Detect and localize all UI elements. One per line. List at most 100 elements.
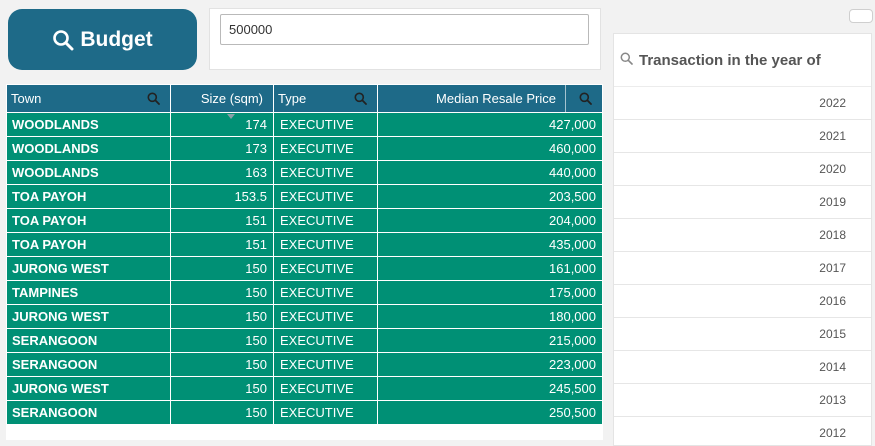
year-item[interactable]: 2015 bbox=[614, 318, 871, 351]
table-row[interactable]: WOODLANDS 174 EXECUTIVE 427,000 bbox=[6, 112, 603, 137]
search-icon[interactable] bbox=[354, 92, 367, 108]
cell-town: JURONG WEST bbox=[6, 256, 171, 281]
column-header-price[interactable]: Median Resale Price bbox=[377, 84, 603, 113]
column-header-type-label: Type bbox=[278, 91, 307, 106]
panel-toggle[interactable] bbox=[849, 9, 873, 23]
cell-price: 435,000 bbox=[377, 232, 603, 257]
cell-type: EXECUTIVE bbox=[273, 112, 378, 137]
table-row[interactable]: TOA PAYOH 151 EXECUTIVE 435,000 bbox=[6, 232, 603, 257]
cell-price: 460,000 bbox=[377, 136, 603, 161]
cell-size: 174 bbox=[170, 112, 274, 137]
column-header-town[interactable]: Town bbox=[6, 84, 171, 113]
table-row[interactable]: TAMPINES 150 EXECUTIVE 175,000 bbox=[6, 280, 603, 305]
year-item[interactable]: 2022 bbox=[614, 87, 871, 120]
year-list: 2022 2021 2020 2019 2018 2017 2016 2015 2014 2013… bbox=[614, 87, 871, 445]
year-item[interactable]: 2016 bbox=[614, 285, 871, 318]
year-item[interactable]: 2019 bbox=[614, 186, 871, 219]
year-item[interactable]: 2014 bbox=[614, 351, 871, 384]
header-divider bbox=[565, 85, 566, 112]
search-icon[interactable] bbox=[147, 92, 160, 108]
results-table-card: Town Size (sqm) Type Median Resale Price… bbox=[6, 84, 603, 440]
cell-type: EXECUTIVE bbox=[273, 160, 378, 185]
cell-town: JURONG WEST bbox=[6, 376, 171, 401]
cell-town: TOA PAYOH bbox=[6, 208, 171, 233]
cell-type: EXECUTIVE bbox=[273, 280, 378, 305]
cell-type: EXECUTIVE bbox=[273, 304, 378, 329]
search-icon bbox=[52, 29, 74, 51]
column-header-size-label: Size (sqm) bbox=[200, 91, 263, 106]
sort-indicator-icon bbox=[227, 114, 235, 119]
cell-price: 223,000 bbox=[377, 352, 603, 377]
year-item[interactable]: 2012 bbox=[614, 417, 871, 445]
table-header-row: Town Size (sqm) Type Median Resale Price bbox=[6, 84, 603, 119]
budget-input[interactable] bbox=[220, 14, 589, 45]
year-item[interactable]: 2018 bbox=[614, 219, 871, 252]
cell-size: 150 bbox=[170, 304, 274, 329]
year-item[interactable]: 2017 bbox=[614, 252, 871, 285]
cell-town: SERANGOON bbox=[6, 352, 171, 377]
cell-town: WOODLANDS bbox=[6, 136, 171, 161]
search-icon[interactable] bbox=[579, 92, 592, 108]
cell-size: 173 bbox=[170, 136, 274, 161]
cell-type: EXECUTIVE bbox=[273, 256, 378, 281]
table-row[interactable]: TOA PAYOH 153.5 EXECUTIVE 203,500 bbox=[6, 184, 603, 209]
cell-price: 204,000 bbox=[377, 208, 603, 233]
cell-price: 161,000 bbox=[377, 256, 603, 281]
cell-town: WOODLANDS bbox=[6, 112, 171, 137]
column-header-size[interactable]: Size (sqm) bbox=[170, 84, 274, 119]
table-row[interactable]: WOODLANDS 163 EXECUTIVE 440,000 bbox=[6, 160, 603, 185]
cell-type: EXECUTIVE bbox=[273, 328, 378, 353]
cell-price: 427,000 bbox=[377, 112, 603, 137]
cell-size: 151 bbox=[170, 208, 274, 233]
cell-size: 151 bbox=[170, 232, 274, 257]
year-item[interactable]: 2021 bbox=[614, 120, 871, 153]
cell-price: 250,500 bbox=[377, 400, 603, 425]
column-header-type[interactable]: Type bbox=[273, 84, 378, 113]
year-filter-panel: Transaction in the year of 2022 2021 2020 2… bbox=[613, 33, 872, 446]
cell-size: 150 bbox=[170, 352, 274, 377]
budget-button-label: Budget bbox=[80, 27, 153, 51]
cell-price: 180,000 bbox=[377, 304, 603, 329]
table-row[interactable]: SERANGOON 150 EXECUTIVE 223,000 bbox=[6, 352, 603, 377]
cell-type: EXECUTIVE bbox=[273, 208, 378, 233]
table-body: WOODLANDS 174 EXECUTIVE 427,000 WOODLANDS 173… bbox=[6, 112, 603, 425]
cell-type: EXECUTIVE bbox=[273, 376, 378, 401]
year-item[interactable]: 2013 bbox=[614, 384, 871, 417]
cell-size: 150 bbox=[170, 280, 274, 305]
cell-price: 215,000 bbox=[377, 328, 603, 353]
cell-price: 440,000 bbox=[377, 160, 603, 185]
table-row[interactable]: SERANGOON 150 EXECUTIVE 215,000 bbox=[6, 328, 603, 353]
cell-price: 203,500 bbox=[377, 184, 603, 209]
column-header-town-label: Town bbox=[11, 91, 42, 106]
cell-size: 150 bbox=[170, 328, 274, 353]
cell-type: EXECUTIVE bbox=[273, 400, 378, 425]
table-row[interactable]: WOODLANDS 173 EXECUTIVE 460,000 bbox=[6, 136, 603, 161]
cell-town: SERANGOON bbox=[6, 400, 171, 425]
table-row[interactable]: SERANGOON 150 EXECUTIVE 250,500 bbox=[6, 400, 603, 425]
search-icon bbox=[620, 52, 633, 69]
year-filter-title: Transaction in the year of bbox=[639, 51, 821, 69]
cell-town: TOA PAYOH bbox=[6, 184, 171, 209]
cell-type: EXECUTIVE bbox=[273, 232, 378, 257]
cell-size: 150 bbox=[170, 400, 274, 425]
cell-type: EXECUTIVE bbox=[273, 184, 378, 209]
cell-type: EXECUTIVE bbox=[273, 136, 378, 161]
table-row[interactable]: JURONG WEST 150 EXECUTIVE 180,000 bbox=[6, 304, 603, 329]
cell-type: EXECUTIVE bbox=[273, 352, 378, 377]
cell-town: WOODLANDS bbox=[6, 160, 171, 185]
cell-town: TOA PAYOH bbox=[6, 232, 171, 257]
table-row[interactable]: TOA PAYOH 151 EXECUTIVE 204,000 bbox=[6, 208, 603, 233]
cell-size: 163 bbox=[170, 160, 274, 185]
table-row[interactable]: JURONG WEST 150 EXECUTIVE 161,000 bbox=[6, 256, 603, 281]
table-row[interactable]: JURONG WEST 150 EXECUTIVE 245,500 bbox=[6, 376, 603, 401]
cell-town: JURONG WEST bbox=[6, 304, 171, 329]
budget-button[interactable]: Budget bbox=[8, 9, 197, 70]
cell-price: 175,000 bbox=[377, 280, 603, 305]
cell-town: SERANGOON bbox=[6, 328, 171, 353]
column-header-price-label: Median Resale Price bbox=[436, 91, 556, 106]
cell-size: 153.5 bbox=[170, 184, 274, 209]
cell-town: TAMPINES bbox=[6, 280, 171, 305]
year-item[interactable]: 2020 bbox=[614, 153, 871, 186]
year-filter-header[interactable]: Transaction in the year of bbox=[614, 34, 871, 87]
cell-size: 150 bbox=[170, 256, 274, 281]
